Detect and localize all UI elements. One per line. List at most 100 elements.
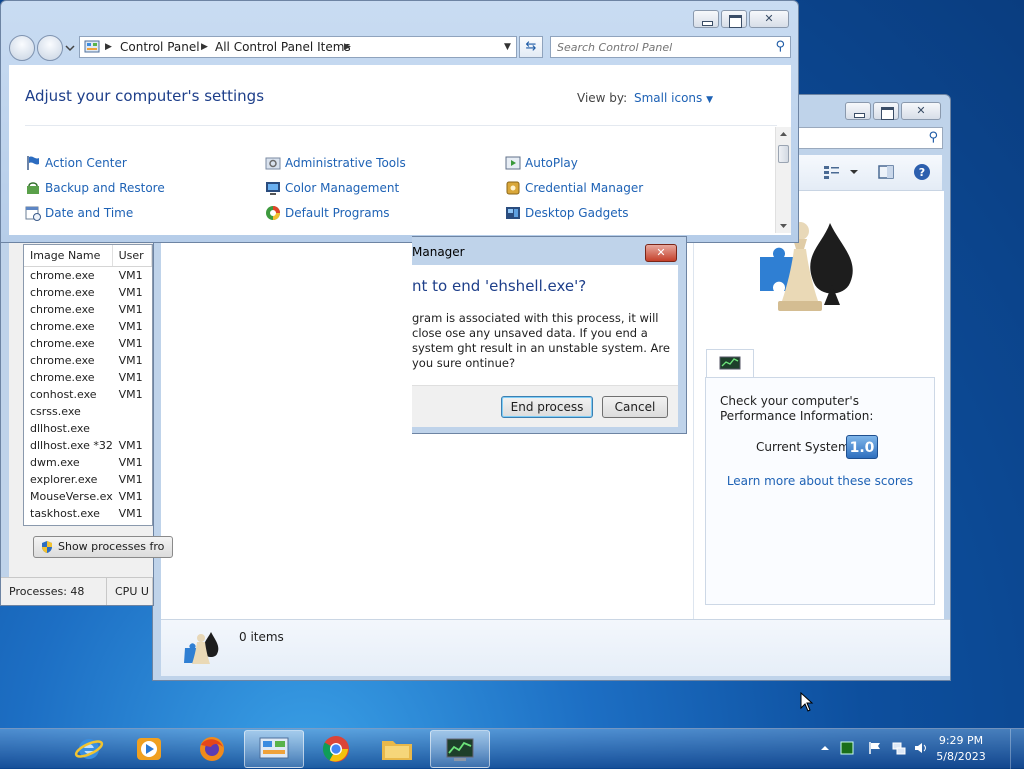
games-search-box[interactable]: ⚲ xyxy=(793,127,943,149)
breadcrumb-chevron-icon[interactable]: ▶ xyxy=(201,37,208,57)
games-details-bar: 0 items xyxy=(161,619,950,676)
show-hidden-icons-icon[interactable] xyxy=(818,741,832,755)
minimize-button[interactable] xyxy=(693,10,719,28)
minimize-button[interactable] xyxy=(845,102,871,120)
cp-item-date-time[interactable]: Date and Time xyxy=(25,204,133,222)
cp-item-desktop-gadgets[interactable]: Desktop Gadgets xyxy=(505,204,629,222)
search-icon[interactable]: ⚲ xyxy=(928,130,938,145)
recent-pages-chevron-icon[interactable] xyxy=(65,43,75,53)
media-player-icon xyxy=(137,738,161,760)
start-button[interactable] xyxy=(0,729,58,769)
close-button[interactable] xyxy=(901,102,941,120)
back-button[interactable] xyxy=(9,35,35,61)
scroll-down-icon[interactable] xyxy=(779,222,788,230)
control-panel-window: ▶ Control Panel ▶ All Control Panel Item… xyxy=(0,0,799,243)
address-bar[interactable]: ▶ Control Panel ▶ All Control Panel Item… xyxy=(79,36,517,58)
learn-more-link[interactable]: Learn more about these scores xyxy=(706,474,934,488)
cp-item-action-center[interactable]: Action Center xyxy=(25,154,127,172)
process-user: VM1 xyxy=(118,371,143,384)
process-name: conhost.exe xyxy=(30,388,97,401)
cp-item-label: Color Management xyxy=(285,181,400,195)
table-row[interactable]: chrome.exe VM1 xyxy=(24,267,152,284)
column-image-name[interactable]: Image Name xyxy=(24,245,113,266)
forward-button[interactable] xyxy=(37,35,63,61)
breadcrumb-chevron-icon[interactable]: ▶ xyxy=(344,37,351,57)
taskbar-chrome[interactable] xyxy=(306,730,366,768)
system-clock[interactable]: 9:29 PM 5/8/2023 xyxy=(926,733,996,765)
table-row[interactable]: dllhost.exe *32 VM1 xyxy=(24,437,152,454)
table-row[interactable]: chrome.exe VM1 xyxy=(24,284,152,301)
end-process-dialog: Manager nt to end 'ehshell.exe'? gram is… xyxy=(412,236,687,434)
process-user: VM1 xyxy=(118,320,143,333)
performance-score-badge: 1.0 xyxy=(846,435,878,459)
svg-text:?: ? xyxy=(919,166,925,179)
scrollbar-thumb[interactable] xyxy=(778,145,789,163)
table-row[interactable]: csrss.exe xyxy=(24,403,152,420)
breadcrumb-chevron-icon[interactable]: ▶ xyxy=(105,37,112,57)
help-icon[interactable]: ? xyxy=(913,163,931,181)
process-name: dwm.exe xyxy=(30,456,80,469)
show-desktop-button[interactable] xyxy=(1010,729,1024,769)
table-row[interactable]: chrome.exe VM1 xyxy=(24,318,152,335)
end-process-button[interactable]: End process xyxy=(501,396,593,418)
process-name: chrome.exe xyxy=(30,371,95,384)
scroll-up-icon[interactable] xyxy=(779,130,788,138)
search-box[interactable]: ⚲ xyxy=(550,36,791,58)
vertical-scrollbar[interactable] xyxy=(775,127,791,233)
cp-item-backup-restore[interactable]: Backup and Restore xyxy=(25,179,165,197)
table-row[interactable]: chrome.exe VM1 xyxy=(24,301,152,318)
breadcrumb-all-items[interactable]: All Control Panel Items xyxy=(215,37,351,57)
cp-item-color-management[interactable]: Color Management xyxy=(265,179,399,197)
taskbar-windows-explorer[interactable] xyxy=(368,730,428,768)
network-icon[interactable] xyxy=(892,741,906,755)
task-manager-status-bar: Processes: 48 CPU U xyxy=(1,577,153,605)
process-name: chrome.exe xyxy=(30,269,95,282)
show-all-processes-button[interactable]: Show processes fro xyxy=(33,536,173,558)
maximize-button[interactable] xyxy=(721,10,747,28)
taskbar-firefox[interactable] xyxy=(182,730,242,768)
table-row[interactable]: conhost.exe VM1 xyxy=(24,386,152,403)
maximize-button[interactable] xyxy=(873,102,899,120)
search-icon[interactable]: ⚲ xyxy=(775,39,785,54)
address-dropdown-icon[interactable]: ▼ xyxy=(504,37,511,57)
view-by-dropdown[interactable]: Small icons ▼ xyxy=(634,91,713,105)
table-row[interactable]: explorer.exe VM1 xyxy=(24,471,152,488)
table-row[interactable]: taskhost.exe VM1 xyxy=(24,505,152,522)
window-controls xyxy=(693,10,789,28)
taskbar-task-manager[interactable] xyxy=(430,730,490,768)
table-row[interactable]: dllhost.exe xyxy=(24,420,152,437)
table-row[interactable]: dwm.exe VM1 xyxy=(24,454,152,471)
process-user: VM1 xyxy=(118,269,143,282)
table-row[interactable]: MouseVerse.exe VM1 xyxy=(24,488,152,505)
uac-shield-icon xyxy=(42,541,52,553)
chevron-down-icon[interactable] xyxy=(845,163,863,181)
search-input[interactable] xyxy=(557,39,757,55)
action-center-flag-icon[interactable] xyxy=(868,741,882,755)
performance-tab[interactable] xyxy=(706,349,754,377)
cp-item-label: Action Center xyxy=(45,156,127,170)
cp-item-autoplay[interactable]: AutoPlay xyxy=(505,154,578,172)
process-user: VM1 xyxy=(118,303,143,316)
preview-pane-icon[interactable] xyxy=(877,163,895,181)
taskbar-media-player[interactable] xyxy=(120,730,180,768)
process-table[interactable]: Image Name User chrome.exe VM1 chrome.exe… xyxy=(23,244,153,526)
dialog-close-button[interactable] xyxy=(645,244,677,262)
cancel-button[interactable]: Cancel xyxy=(602,396,668,418)
dialog-question: nt to end 'ehshell.exe'? xyxy=(412,277,587,295)
table-row[interactable]: chrome.exe VM1 xyxy=(24,335,152,352)
cp-item-credential-manager[interactable]: Credential Manager xyxy=(505,179,643,197)
refresh-button[interactable]: ⇆ xyxy=(519,36,543,58)
taskbar-internet-explorer[interactable] xyxy=(60,730,120,768)
cp-item-administrative-tools[interactable]: Administrative Tools xyxy=(265,154,406,172)
view-by-label: View by: xyxy=(577,91,628,105)
table-row[interactable]: chrome.exe VM1 xyxy=(24,352,152,369)
cp-item-default-programs[interactable]: Default Programs xyxy=(265,204,390,222)
table-row[interactable]: chrome.exe VM1 xyxy=(24,369,152,386)
taskbar-control-panel[interactable] xyxy=(244,730,304,768)
breadcrumb-control-panel[interactable]: Control Panel xyxy=(120,37,200,57)
dialog-window-controls xyxy=(645,244,677,262)
close-button[interactable] xyxy=(749,10,789,28)
view-options-icon[interactable] xyxy=(823,163,841,181)
column-user[interactable]: User xyxy=(113,245,152,266)
tray-performance-icon[interactable] xyxy=(840,741,854,755)
